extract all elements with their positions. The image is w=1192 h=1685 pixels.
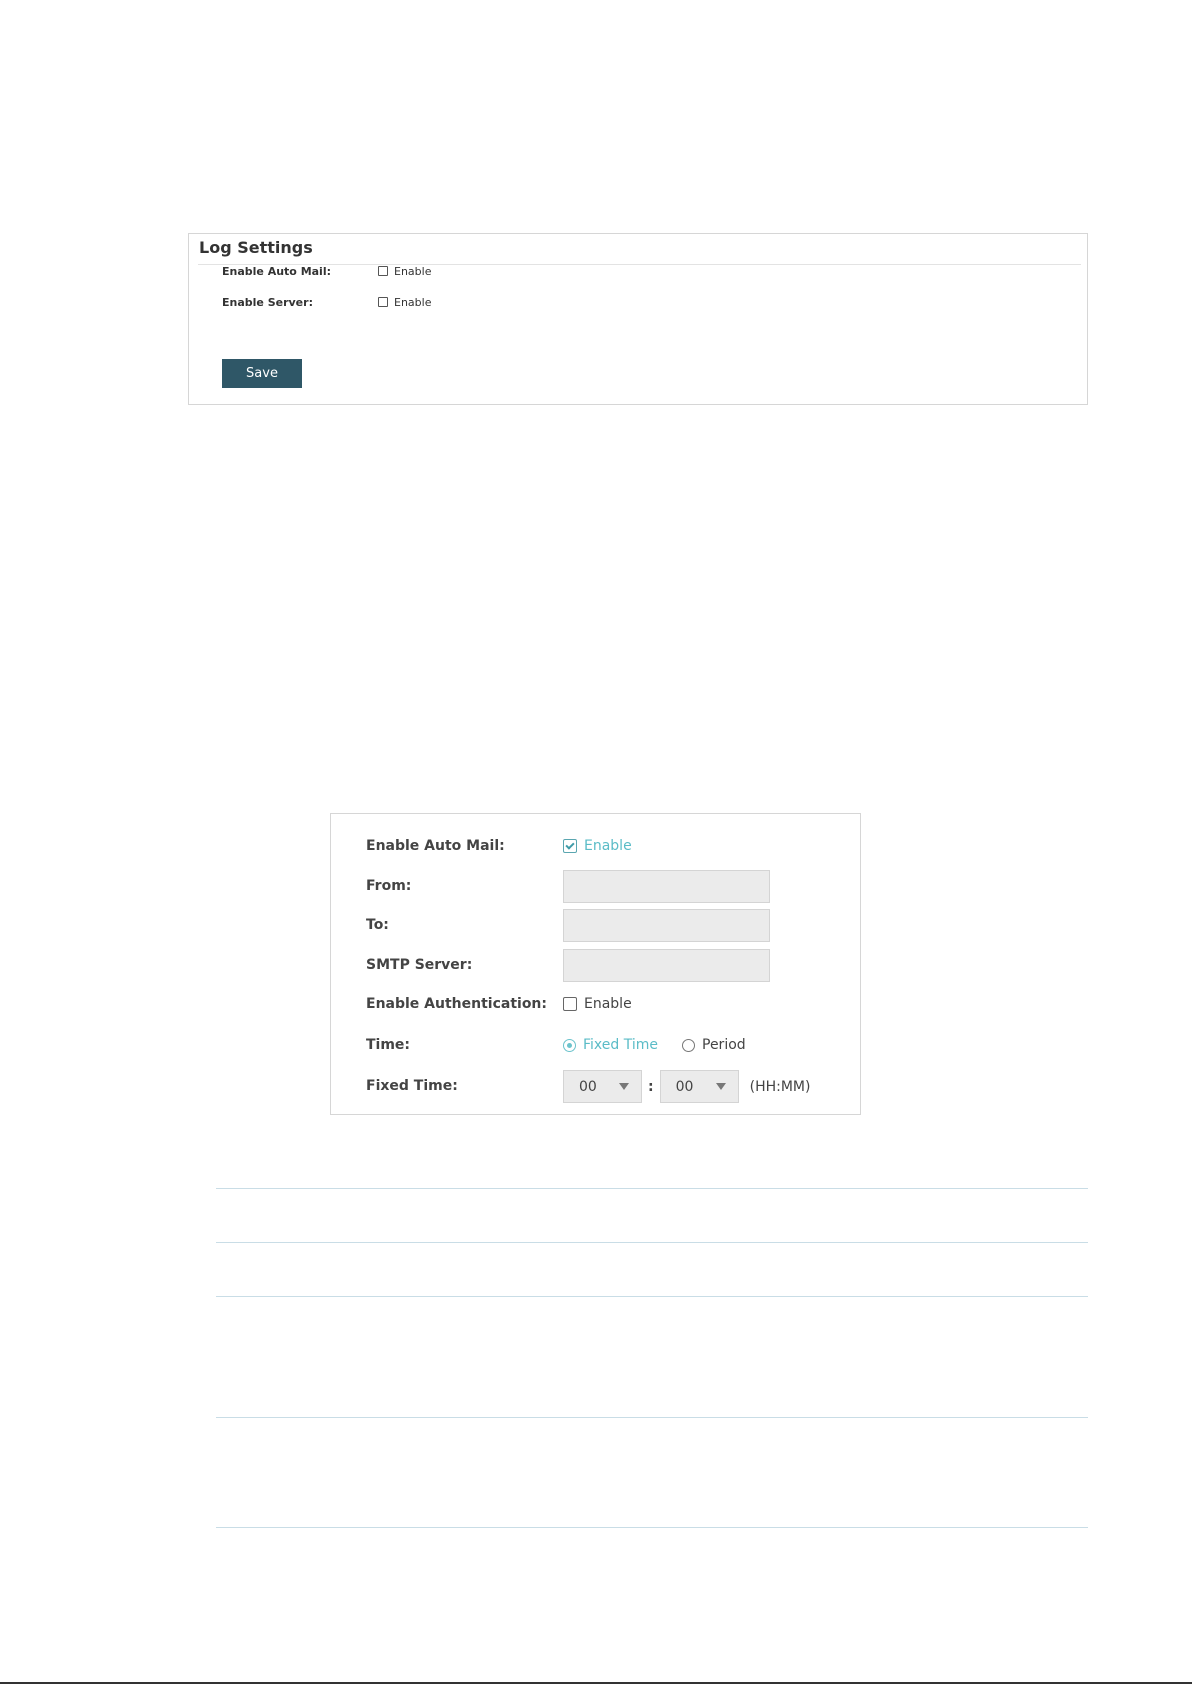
time-radio-group: Fixed Time Period [563,1037,746,1053]
page-footer-rule [0,1682,1192,1684]
table-rule [216,1296,1088,1297]
minute-dropdown-icon [715,1083,726,1090]
enable-authentication-checkbox[interactable] [563,997,577,1011]
hour-select[interactable]: 00 [563,1070,642,1103]
smtp-server-label: SMTP Server: [366,957,473,973]
auto-mail-checkbox-label[interactable]: Enable [394,265,431,278]
to-label: To: [366,917,389,933]
fixed-time-control: 00 : 00 (HH:MM) [563,1070,810,1103]
log-settings-panel: Log Settings Enable Auto Mail: Enable En… [188,233,1088,405]
to-input[interactable] [563,909,770,942]
server-row: Enable Server: Enable [222,293,431,311]
from-label: From: [366,878,412,894]
server-label: Enable Server: [222,295,313,309]
auto-mail-checkbox[interactable] [378,266,388,276]
enable-authentication-checkbox-label[interactable]: Enable [584,996,632,1012]
period-radio[interactable] [682,1038,695,1052]
fixed-time-label: Fixed Time: [366,1078,458,1094]
fixed-time-radio-label[interactable]: Fixed Time [583,1037,658,1053]
auto-mail-panel: Enable Auto Mail: Enable From: To: SMTP … [330,813,861,1115]
time-label: Time: [366,1037,411,1053]
server-checkbox[interactable] [378,297,388,307]
server-checkbox-label[interactable]: Enable [394,296,431,309]
hour-value: 00 [579,1078,597,1095]
table-rule [216,1527,1088,1528]
hour-dropdown-icon [619,1083,629,1090]
fixed-time-radio[interactable] [563,1038,576,1052]
table-rule [216,1188,1088,1189]
auto-mail-row: Enable Auto Mail: Enable [222,262,431,280]
time-format-hint: (HH:MM) [749,1078,811,1095]
minute-value: 00 [675,1078,694,1095]
smtp-server-input[interactable] [563,949,770,982]
table-rule [216,1417,1088,1418]
auto-mail-label: Enable Auto Mail: [222,264,332,278]
enable-auto-mail-control: Enable [563,838,632,854]
from-input[interactable] [563,870,770,903]
time-separator: : [648,1078,654,1095]
enable-authentication-label: Enable Authentication: [366,996,548,1012]
save-button[interactable]: Save [222,359,302,388]
enable-auto-mail-checkbox[interactable] [563,839,577,853]
enable-auto-mail-label: Enable Auto Mail: [366,838,505,854]
enable-authentication-control: Enable [563,996,632,1012]
minute-select[interactable]: 00 [659,1070,739,1103]
period-radio-label[interactable]: Period [702,1037,746,1053]
log-settings-title: Log Settings [199,238,313,257]
table-rule [216,1242,1088,1243]
enable-auto-mail-checkbox-label[interactable]: Enable [584,838,632,854]
